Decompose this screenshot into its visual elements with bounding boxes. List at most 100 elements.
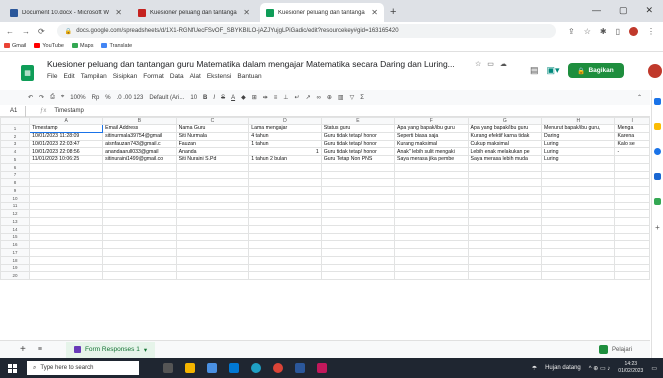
table-cell[interactable]: sitinurmala39754@gmail	[102, 131, 177, 141]
table-cell[interactable]: 10/01/2023 22:08:56	[29, 147, 104, 156]
table-cell[interactable]: Kurang efektif karna tidak	[467, 131, 543, 141]
table-cell[interactable]	[320, 178, 396, 187]
table-cell[interactable]: aisnfauzan743@gmail.c	[102, 139, 177, 149]
bookmark-gmail[interactable]: Gmail	[4, 43, 26, 49]
table-cell[interactable]	[29, 263, 104, 273]
table-cell[interactable]	[394, 178, 469, 187]
taskbar-search[interactable]: ⌕ Type here to search	[27, 361, 139, 375]
close-tab-icon[interactable]: ✕	[115, 8, 122, 17]
table-cell[interactable]	[467, 255, 543, 265]
table-cell[interactable]	[29, 193, 104, 203]
row-number[interactable]: 9	[0, 186, 31, 195]
paint-format-icon[interactable]: ⌖	[61, 94, 64, 101]
bold-button[interactable]: B	[203, 95, 207, 101]
table-cell[interactable]	[541, 255, 616, 265]
table-cell[interactable]	[248, 178, 322, 187]
move-folder-icon[interactable]: ▭	[487, 60, 494, 68]
table-cell[interactable]: Saya merasa jika pembe	[394, 155, 469, 164]
row-number[interactable]: 6	[0, 162, 31, 172]
table-cell[interactable]	[541, 271, 616, 280]
table-cell[interactable]	[248, 170, 322, 180]
file-explorer-icon[interactable]	[185, 363, 195, 373]
table-cell[interactable]: Seperti biasa saja	[394, 131, 469, 141]
bookmark-maps[interactable]: Maps	[72, 43, 93, 49]
notification-icon[interactable]: ▭	[651, 365, 657, 372]
table-cell[interactable]: Kalo se	[614, 139, 650, 149]
maps-icon[interactable]	[654, 198, 661, 205]
close-window-icon[interactable]: ✕	[645, 5, 653, 16]
back-icon[interactable]: ←	[6, 27, 14, 36]
column-header[interactable]: D	[248, 117, 322, 125]
table-cell[interactable]	[102, 186, 177, 195]
table-cell[interactable]	[102, 224, 177, 234]
table-cell[interactable]	[320, 162, 396, 172]
calendar-icon[interactable]	[654, 98, 661, 105]
zoom-select[interactable]: 100%	[70, 95, 85, 101]
row-number[interactable]: 17	[0, 248, 31, 257]
header-cell[interactable]: Menga	[614, 124, 650, 133]
table-cell[interactable]	[467, 170, 543, 180]
borders-icon[interactable]: ⊞	[252, 94, 257, 101]
account-avatar[interactable]	[648, 64, 662, 78]
table-cell[interactable]	[175, 255, 250, 265]
app-icon[interactable]	[317, 363, 327, 373]
menu-insert[interactable]: Sisipkan	[113, 73, 138, 80]
table-cell[interactable]	[175, 232, 250, 242]
link-icon[interactable]: ∞	[317, 95, 321, 101]
number-format-buttons[interactable]: .0 .00 123	[117, 95, 144, 101]
row-number[interactable]: 12	[0, 209, 31, 218]
table-cell[interactable]	[614, 271, 650, 280]
redo-icon[interactable]: ↷	[39, 94, 44, 101]
table-cell[interactable]	[541, 248, 616, 257]
menu-view[interactable]: Tampilan	[81, 73, 107, 80]
table-cell[interactable]	[102, 178, 177, 187]
table-cell[interactable]	[248, 201, 322, 211]
table-cell[interactable]	[29, 217, 104, 226]
header-cell[interactable]: Apa yang bapak/ibu guru	[394, 124, 469, 133]
table-cell[interactable]: Cukup maksimal	[467, 139, 543, 149]
table-cell[interactable]	[541, 232, 616, 242]
table-cell[interactable]	[394, 217, 469, 226]
column-header[interactable]: C	[175, 117, 250, 125]
table-cell[interactable]	[248, 224, 322, 234]
table-cell[interactable]	[614, 217, 650, 226]
table-cell[interactable]	[467, 201, 543, 211]
menu-data[interactable]: Data	[170, 73, 184, 80]
header-cell[interactable]: Timestamp	[29, 124, 104, 133]
table-cell[interactable]: 10/01/2023 22:03:47	[29, 139, 104, 149]
table-cell[interactable]	[394, 232, 469, 242]
table-cell[interactable]	[175, 248, 250, 257]
table-cell[interactable]	[541, 201, 616, 211]
table-cell[interactable]	[541, 178, 616, 187]
table-cell[interactable]	[320, 186, 396, 195]
currency-format-button[interactable]: Rp	[92, 95, 100, 101]
taskview-icon[interactable]	[163, 363, 173, 373]
table-cell[interactable]	[175, 178, 250, 187]
table-cell[interactable]	[320, 271, 396, 280]
table-cell[interactable]	[320, 170, 396, 180]
table-cell[interactable]	[248, 209, 322, 218]
table-cell[interactable]	[175, 240, 250, 249]
table-cell[interactable]	[29, 240, 104, 249]
table-cell[interactable]	[102, 170, 177, 180]
text-color-button[interactable]: A	[231, 95, 235, 101]
table-cell[interactable]	[248, 232, 322, 242]
table-cell[interactable]	[394, 248, 469, 257]
tray-icons[interactable]: ^ ⊕ ▭ ♪	[589, 365, 611, 372]
font-size-select[interactable]: 10	[190, 95, 197, 101]
table-cell[interactable]	[614, 201, 650, 211]
clock[interactable]: 14:23 01/02/2023	[618, 361, 643, 375]
sheets-logo-icon[interactable]: ▦	[21, 65, 34, 81]
fill-color-icon[interactable]: ◆	[241, 94, 246, 101]
table-cell[interactable]	[248, 271, 322, 280]
functions-icon[interactable]: Σ	[360, 95, 364, 101]
header-cell[interactable]: Apa yang bapak/ibu guru	[467, 124, 543, 133]
table-cell[interactable]	[541, 186, 616, 195]
table-cell[interactable]	[175, 193, 250, 203]
table-cell[interactable]	[614, 255, 650, 265]
table-cell[interactable]	[29, 178, 104, 187]
table-cell[interactable]	[541, 209, 616, 218]
print-icon[interactable]: ⎙	[50, 94, 55, 101]
table-cell[interactable]	[320, 263, 396, 273]
star-icon[interactable]: ☆	[475, 60, 481, 68]
